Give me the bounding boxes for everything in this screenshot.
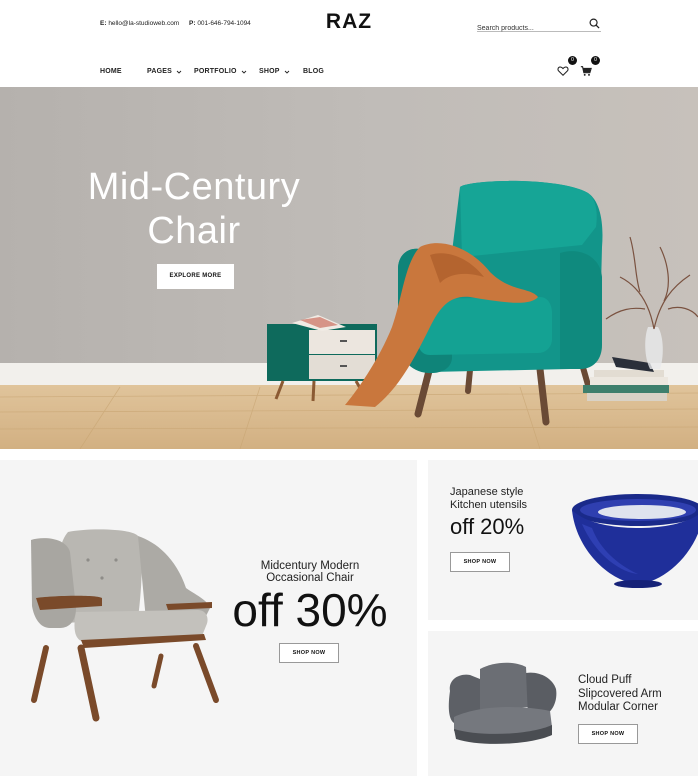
nav-item-portfolio[interactable]: PORTFOLIO (194, 68, 247, 75)
nav-item-label: PAGES (147, 68, 172, 75)
grey-armchair-image (31, 529, 219, 722)
search-icon[interactable] (589, 18, 600, 29)
promo-kitchen-panel: Japanese style Kitchen utensils off 20% … (428, 460, 698, 620)
chevron-down-icon (284, 70, 289, 74)
nav-item-shop[interactable]: SHOP (259, 68, 290, 75)
blue-bowl-image (572, 494, 698, 588)
promo-subtitle: Japanese style Kitchen utensils (450, 486, 560, 512)
wishlist-count-badge: 0 (568, 56, 577, 65)
shop-now-button[interactable]: SHOP NOW (450, 552, 510, 572)
page: E: hello@la-studioweb.com P: 001-646-794… (0, 0, 698, 776)
promo-subtitle-line: Occasional Chair (266, 572, 354, 584)
nav-item-pages[interactable]: PAGES (147, 68, 182, 75)
chevron-down-icon (176, 70, 182, 74)
top-header: E: hello@la-studioweb.com P: 001-646-794… (0, 0, 698, 50)
grey-sofa-image (448, 662, 557, 744)
promo-discount: off 30% (232, 584, 388, 636)
explore-more-button[interactable]: EXPLORE MORE (157, 264, 234, 289)
promo-subtitle-line: Japanese style (450, 486, 524, 498)
shop-now-button[interactable]: SHOP NOW (578, 724, 638, 744)
promo-sofa-panel: Cloud Puff Slipcovered Arm Modular Corne… (428, 631, 698, 776)
hero-title-line: Mid-Century (87, 166, 301, 208)
cart-count-badge: 0 (591, 56, 600, 65)
promo-chair-panel: Midcentury Modern Occasional Chair off 3… (0, 460, 417, 776)
nav-item-label: SHOP (259, 68, 280, 75)
cart-button[interactable]: 0 (580, 56, 600, 78)
heart-icon (557, 66, 569, 77)
promo-subtitle: Midcentury Modern Occasional Chair (230, 560, 390, 584)
promo-title-line: Modular Corner (578, 701, 658, 713)
hero-image (0, 87, 698, 449)
search-box (477, 17, 601, 35)
hero-title-line: Chair (147, 210, 241, 252)
nav-item-home[interactable]: HOME (100, 68, 122, 75)
promo-subtitle-line: Midcentury Modern (260, 560, 360, 572)
nav-item-label: BLOG (303, 68, 325, 75)
search-input[interactable] (477, 21, 577, 35)
cart-icon (580, 66, 592, 76)
shop-now-button[interactable]: SHOP NOW (279, 643, 339, 663)
chevron-down-icon (241, 70, 246, 74)
nav-item-label: HOME (100, 68, 122, 75)
promo-title: Cloud Puff Slipcovered Arm Modular Corne… (578, 674, 698, 715)
hero-banner: Mid-Century Chair EXPLORE MORE (0, 87, 698, 449)
nav-item-label: PORTFOLIO (194, 68, 237, 75)
promo-subtitle-line: Kitchen utensils (450, 499, 528, 511)
promo-discount: off 20% (450, 514, 525, 539)
wishlist-button[interactable]: 0 (557, 56, 577, 78)
hero-title: Mid-Century Chair (54, 165, 334, 253)
nav-item-blog[interactable]: BLOG (303, 68, 324, 75)
promo-title-line: Slipcovered Arm (578, 687, 662, 700)
promo-title-line: Cloud Puff (578, 674, 632, 686)
